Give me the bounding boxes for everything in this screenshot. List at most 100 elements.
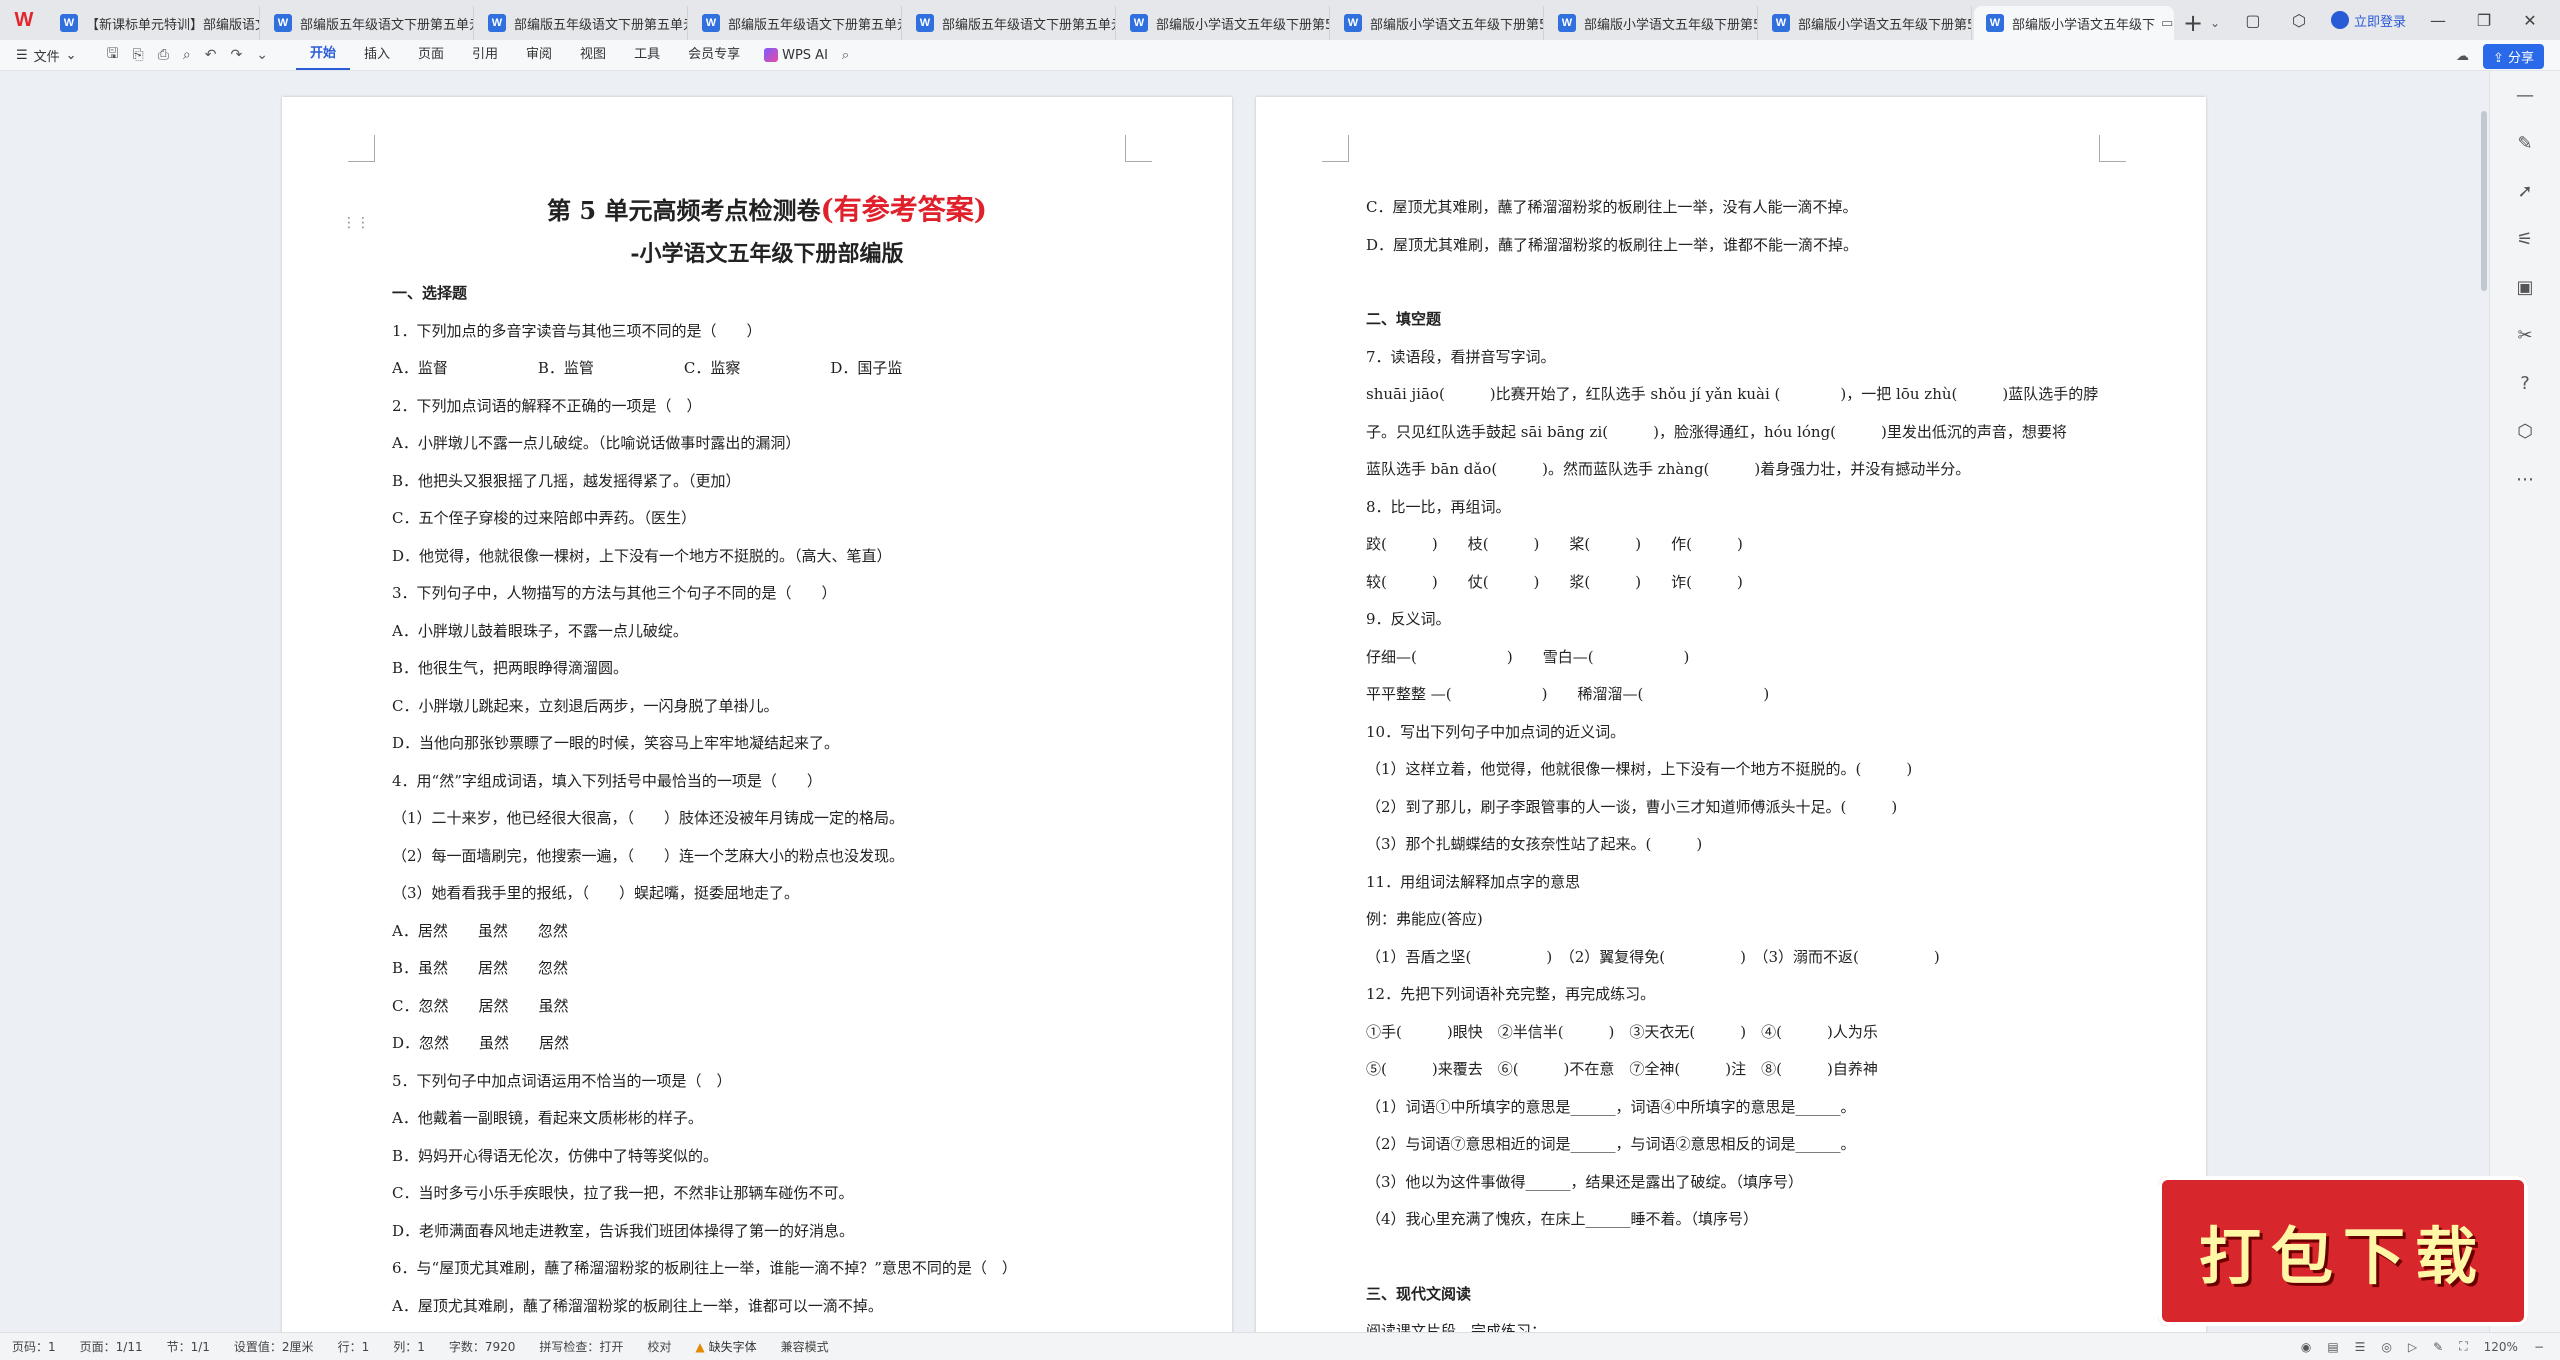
page-view-icon[interactable]: ▤	[2327, 1340, 2338, 1354]
close-window-icon[interactable]: ✕	[2516, 11, 2544, 30]
new-tab-button[interactable]: +	[2176, 6, 2210, 40]
cube-icon[interactable]: ⬡	[2285, 11, 2313, 30]
text-line: A．屋顶尤其难刷，蘸了稀溜溜粉浆的板刷往上一举，谁都可以一滴不掉。	[392, 1296, 883, 1315]
search-icon[interactable]: ⌕	[842, 48, 849, 63]
tab-document-5[interactable]: W 部编版五年级语文下册第五单元	[904, 6, 1116, 40]
redo-icon[interactable]: ↷	[231, 47, 243, 63]
text-line: 12．先把下列词语补充完整，再完成练习。	[1366, 985, 1656, 1003]
page-1-lines: 一、选择题 1．下列加点的多音字读音与其他三项不同的是（ ） A．监督 B．监管 C…	[392, 275, 1142, 1325]
text-line: C．忽然 居然 虽然	[392, 996, 569, 1015]
more-options-icon[interactable]: ⋯	[2490, 455, 2560, 503]
undo-icon[interactable]: ↶	[205, 47, 217, 63]
collapse-icon[interactable]: —	[2490, 71, 2560, 119]
minimize-icon[interactable]: —	[2424, 11, 2452, 30]
print-preview-icon[interactable]: ⌕	[183, 47, 191, 63]
avatar-icon	[2330, 11, 2349, 29]
share-cube-icon[interactable]: ⬡	[2490, 407, 2560, 455]
more-chevron-icon[interactable]: ⌄	[256, 47, 268, 63]
scrollbar-thumb[interactable]	[2481, 111, 2487, 291]
text-line: B．虽然 居然 忽然	[392, 959, 569, 977]
text-line: ①手( )眼快 ②半信半( ) ③天衣无( ) ④( )人为乐	[1366, 1022, 1878, 1041]
ribbon-tab-4[interactable]: 引用	[458, 40, 512, 70]
print-icon[interactable]: ⎙	[158, 47, 169, 63]
status-page[interactable]: 页面：1/11	[68, 1338, 155, 1355]
document-page-2[interactable]: C．屋顶尤其难刷，蘸了稀溜溜粉浆的板刷往上一举，没有人能一滴不掉。 D．屋顶尤其难…	[1256, 97, 2206, 1333]
tab-document-9[interactable]: W 部编版小学语文五年级下册第5	[1760, 6, 1972, 40]
ribbon-tab-7[interactable]: 工具	[620, 40, 674, 70]
zoom-out-icon[interactable]: −	[2534, 1340, 2544, 1354]
text-line: 5．下列句子中加点词语运用不恰当的一项是（ ）	[392, 1071, 732, 1090]
login-button[interactable]: 立即登录	[2330, 11, 2406, 30]
ribbon-tab-3[interactable]: 页面	[404, 40, 458, 70]
text-line: 3．下列句子中，人物描写的方法与其他三个句子不同的是（ ）	[392, 584, 837, 602]
ribbon-tab-6[interactable]: 视图	[566, 40, 620, 70]
text-line: A．居然 虽然 忽然	[392, 921, 568, 940]
tab-bar: W W 【新课标单元特训】部编版语文 W 部编版五年级语文下册第五单元 W 部编版五年级语…	[0, 0, 2560, 40]
tab-menu-chevron-icon[interactable]: ⌄	[2210, 6, 2230, 40]
status-proofread[interactable]: 校对	[635, 1338, 683, 1355]
tab-document-1[interactable]: W 【新课标单元特训】部编版语文	[48, 6, 260, 40]
text-line: 8．比一比，再组词。	[1366, 497, 1511, 516]
tab-label: 部编版五年级语文下册第五单元	[728, 17, 902, 33]
tab-document-8[interactable]: W 部编版小学语文五年级下册第5	[1546, 6, 1758, 40]
settings-sliders-icon[interactable]: ⚟	[2490, 215, 2560, 263]
status-compat-mode: 兼容模式	[780, 1340, 829, 1354]
cloud-sync-icon[interactable]: ☁	[2456, 49, 2469, 64]
wps-logo-icon[interactable]: W	[0, 0, 48, 40]
tab-document-7[interactable]: W 部编版小学语文五年级下册第5	[1332, 6, 1544, 40]
status-spellcheck[interactable]: 拼写检查：打开	[527, 1338, 635, 1355]
tab-document-2[interactable]: W 部编版五年级语文下册第五单元	[262, 6, 474, 40]
fit-page-icon[interactable]: ⛶	[2459, 1339, 2467, 1354]
text-line: （2）与词语⑦意思相近的词是______，与词语②意思相反的词是______。	[1366, 1135, 1856, 1153]
ribbon-tab-1[interactable]: 开始	[295, 40, 350, 70]
image-edit-icon[interactable]: ▣	[2490, 263, 2560, 311]
text-line: （1）词语①中所填字的意思是______，词语④中所填字的意思是______。	[1366, 1097, 1856, 1116]
play-icon[interactable]: ▷	[2408, 1340, 2417, 1354]
status-col: 列：1	[393, 1340, 425, 1354]
status-page-number: 页码：1	[12, 1340, 56, 1354]
restore-icon[interactable]: ❐	[2470, 11, 2498, 30]
web-view-icon[interactable]: ◎	[2381, 1340, 2391, 1354]
tab-active-document[interactable]: W 部编版小学语文五年级下 ▭ ×	[1974, 6, 2174, 40]
status-missing-font[interactable]: ▲ 缺失字体	[683, 1338, 768, 1355]
text-line: A．小胖墩儿鼓着眼珠子，不露一点儿破绽。	[392, 621, 688, 640]
drag-handle-icon[interactable]: ⋮⋮	[342, 215, 370, 231]
zoom-level[interactable]: 120%	[2484, 1340, 2518, 1354]
tab-document-4[interactable]: W 部编版五年级语文下册第五单元	[690, 6, 902, 40]
file-menu[interactable]: ☰ 文件 ⌄	[0, 46, 77, 65]
export-pdf-icon[interactable]: ⎘	[133, 47, 144, 63]
eye-protection-icon[interactable]: ◉	[2301, 1340, 2311, 1354]
ribbon-tab-5[interactable]: 审阅	[512, 40, 566, 70]
document-workspace[interactable]: ⋮⋮ 第 5 单元高频考点检测卷(有参考答案) -小学语文五年级下册部编版 一、…	[0, 71, 2490, 1333]
text-line: A．小胖墩儿不露一点儿破绽。（比喻说话做事时露出的漏洞）	[392, 434, 801, 452]
tab-overview-icon[interactable]: ▢	[2239, 11, 2267, 30]
edit-pen-icon[interactable]: ✎	[2490, 119, 2560, 167]
status-word-count[interactable]: 字数：7920	[437, 1338, 528, 1355]
document-icon: W	[1344, 14, 1362, 32]
text-line: 10．写出下列句子中加点词的近义词。	[1366, 722, 1626, 741]
tab-document-3[interactable]: W 部编版五年级语文下册第五单元	[476, 6, 688, 40]
download-badge[interactable]: 打包下载	[2158, 1176, 2528, 1326]
help-icon[interactable]: ?	[2490, 359, 2560, 407]
status-section: 节：1/1	[166, 1340, 210, 1354]
save-icon[interactable]: 🖫	[107, 43, 119, 67]
wps-ai-button[interactable]: WPS AI	[764, 48, 828, 63]
monitor-icon[interactable]: ▭	[2161, 16, 2173, 31]
ribbon-tabs: 开始 插入 页面 引用 审阅 视图 工具 会员专享	[295, 40, 754, 70]
page-2-lines: C．屋顶尤其难刷，蘸了稀溜溜粉浆的板刷往上一举，没有人能一滴不掉。 D．屋顶尤其难…	[1366, 189, 2116, 1333]
write-mode-icon[interactable]: ✎	[2433, 1340, 2443, 1354]
outline-view-icon[interactable]: ☰	[2355, 1340, 2366, 1354]
tools-icon[interactable]: ✂	[2490, 311, 2560, 359]
text-line: （3）那个扎蝴蝶结的女孩奈性站了起来。( )	[1366, 835, 1703, 853]
ribbon-tab-8[interactable]: 会员专享	[674, 40, 754, 70]
select-cursor-icon[interactable]: ➚	[2490, 167, 2560, 215]
document-page-1[interactable]: ⋮⋮ 第 5 单元高频考点检测卷(有参考答案) -小学语文五年级下册部编版 一、…	[282, 97, 1232, 1333]
ribbon-tab-2[interactable]: 插入	[350, 40, 404, 70]
wps-ai-icon	[764, 48, 779, 62]
tab-document-6[interactable]: W 部编版小学语文五年级下册第5	[1118, 6, 1330, 40]
share-button[interactable]: ⇪ 分享	[2482, 44, 2544, 69]
document-icon: W	[60, 14, 78, 32]
status-bar: 页码：1 页面：1/11 节：1/1 设置值：2厘米 行：1 列：1 字数：79…	[0, 1332, 2560, 1360]
